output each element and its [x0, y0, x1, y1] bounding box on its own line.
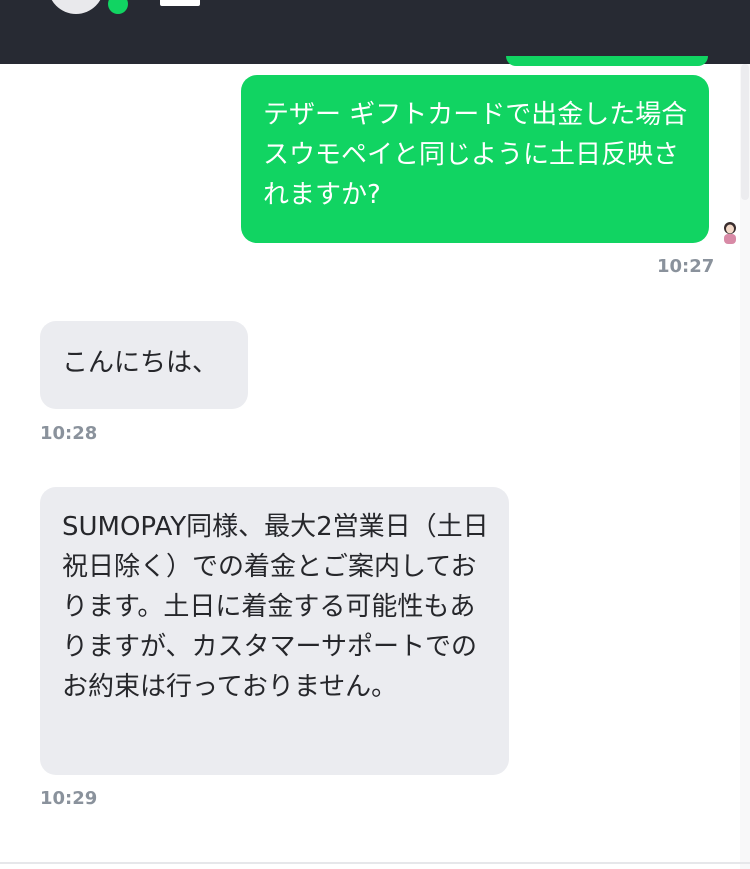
composer-divider: [0, 862, 750, 864]
chat-header: [0, 0, 750, 64]
incoming-message-bubble: こんにちは、: [40, 321, 248, 409]
message-timestamp: 10:27: [657, 256, 715, 277]
online-status-dot: [108, 0, 128, 14]
read-receipt-avatar-icon: [724, 222, 736, 244]
incoming-message-bubble: SUMOPAY同様、最大2営業日（土日祝日除く）での着金とご案内しております。土…: [40, 487, 509, 775]
scrollbar-thumb[interactable]: [741, 64, 749, 200]
agent-avatar-icon: [48, 0, 104, 14]
japan-flag-icon: [160, 0, 200, 6]
message-timestamp: 10:28: [40, 423, 98, 444]
outgoing-message-bubble: テザー ギフトカードで出金した場合スウモペイと同じように土日反映されますか?: [241, 75, 709, 243]
previous-message-bubble-edge: [506, 56, 708, 66]
message-timestamp: 10:29: [40, 788, 98, 809]
